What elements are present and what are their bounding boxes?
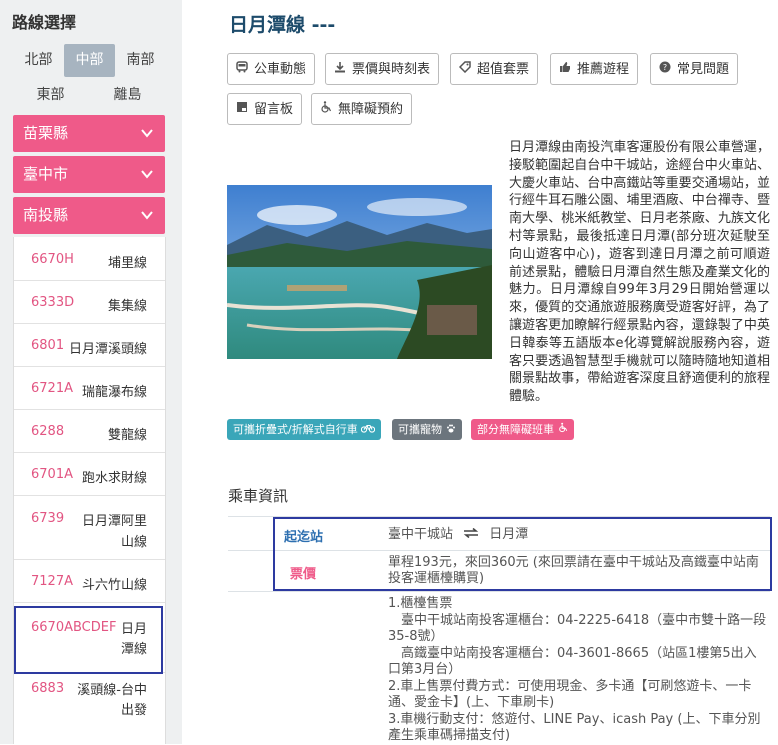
county-label: 臺中市 — [23, 165, 69, 183]
button-label: 推薦遊程 — [577, 62, 630, 77]
route-item-6670h[interactable]: 6670H 埔里線 — [14, 237, 165, 281]
ticket-line: 臺中干城站南投客運櫃台：04-2225-6418（臺中市雙十路一段35-8號） — [388, 612, 767, 645]
tag-label: 可攜折疊式/折解式自行車 — [233, 423, 358, 436]
route-name: 埔里線 — [107, 256, 147, 271]
route-code: 6883 — [31, 681, 65, 696]
county-nantou[interactable]: 南投縣 — [13, 197, 165, 234]
divider — [228, 591, 770, 592]
region-tab-central[interactable]: 中部 — [64, 44, 115, 77]
route-item-6333d[interactable]: 6333D 集集線 — [14, 281, 165, 324]
route-item-6701a[interactable]: 6701A 跑水求財線 — [14, 453, 165, 496]
thumbs-up-icon — [559, 54, 573, 84]
selected-route-highlight — [14, 606, 163, 674]
route-name: 日月潭溪頭線 — [68, 342, 147, 357]
route-code: 6288 — [31, 424, 65, 439]
value-pass-button[interactable]: 超值套票 — [450, 53, 539, 85]
ticket-line: 1.櫃檯售票 — [388, 596, 453, 611]
sun-moon-lake-photo — [227, 185, 492, 359]
county-miaoli[interactable]: 苗栗縣 — [13, 115, 165, 152]
route-name: 溪頭線-台中出發 — [77, 683, 147, 718]
fare-schedule-button[interactable]: 票價與時刻表 — [325, 53, 440, 85]
route-name: 斗六竹山線 — [81, 578, 147, 593]
button-label: 超值套票 — [477, 62, 530, 77]
route-sidebar: 路線選擇 北部 中部 南部 東部 離島 苗栗縣 臺中市 南投縣 6670H 埔里… — [0, 0, 182, 744]
county-label: 南投縣 — [23, 206, 69, 224]
button-label: 公車動態 — [254, 62, 307, 77]
county-label: 苗栗縣 — [23, 124, 69, 142]
region-tab-islands[interactable]: 離島 — [102, 79, 153, 112]
route-code: 6670H — [31, 252, 74, 267]
recommended-tour-button[interactable]: 推薦遊程 — [550, 53, 639, 85]
route-code: 6721A — [31, 381, 73, 396]
county-taichung[interactable]: 臺中市 — [13, 156, 165, 193]
region-tab-east[interactable]: 東部 — [25, 79, 76, 112]
button-label: 留言板 — [254, 102, 294, 117]
ticket-info: 1.櫃檯售票 臺中干城站南投客運櫃台：04-2225-6418（臺中市雙十路一段… — [388, 596, 768, 745]
route-code: 7127A — [31, 574, 73, 589]
paw-icon — [446, 423, 456, 436]
route-code: 6701A — [31, 467, 73, 482]
bus-status-button[interactable]: 公車動態 — [227, 53, 316, 85]
route-name: 瑞龍瀑布線 — [81, 385, 147, 400]
route-item-7127a[interactable]: 7127A 斗六竹山線 — [14, 560, 165, 603]
route-code: 6739 — [31, 511, 65, 526]
pet-allowed-tag: 可攜寵物 — [392, 419, 462, 440]
bus-icon — [236, 54, 250, 84]
button-label: 常見問題 — [677, 62, 730, 77]
bicycle-icon — [361, 423, 376, 436]
tag-label: 可攜寵物 — [398, 423, 442, 436]
route-item-6801[interactable]: 6801 日月潭溪頭線 — [14, 324, 165, 367]
route-name: 跑水求財線 — [81, 471, 147, 486]
region-tab-south[interactable]: 南部 — [115, 44, 166, 77]
route-description: 日月潭線由南投汽車客運股份有限公車營運，接駁範圍起自台中干城站，途經台中火車站、… — [509, 140, 770, 405]
sidebar-title: 路線選擇 — [12, 13, 77, 32]
route-item-6883[interactable]: 6883 溪頭線-台中出發 — [14, 673, 165, 744]
ticket-line: 高鐵臺中站南投客運櫃台：04-3601-8665（站區1樓第5出入口第3月台） — [388, 645, 757, 678]
route-item-6288[interactable]: 6288 雙龍線 — [14, 410, 165, 453]
accessible-bus-tag: 部分無障礙班車 — [471, 419, 574, 440]
question-icon: ? — [659, 54, 673, 84]
bicycle-allowed-tag: 可攜折疊式/折解式自行車 — [227, 419, 382, 440]
svg-text:?: ? — [663, 63, 667, 72]
route-code: 6801 — [31, 338, 65, 353]
wheelchair-icon — [558, 422, 568, 436]
download-icon — [334, 54, 348, 84]
route-name: 日月潭阿里山線 — [81, 514, 147, 550]
tag-label: 部分無障礙班車 — [477, 423, 554, 436]
faq-button[interactable]: ? 常見問題 — [650, 53, 739, 85]
tag-icon — [458, 54, 473, 84]
section-title-ride-info: 乘車資訊 — [228, 487, 289, 505]
route-code: 6333D — [31, 295, 75, 310]
button-label: 票價與時刻表 — [352, 62, 431, 77]
wheelchair-icon — [320, 94, 334, 124]
ticket-line: 2.車上售票付費方式：可使用現金、多卡通【可刷悠遊卡、一卡通、愛金卡】(上、下車… — [388, 678, 752, 711]
route-item-6721a[interactable]: 6721A 瑞龍瀑布線 — [14, 367, 165, 410]
ticket-line: 3.車機行動支付：悠遊付、LINE Pay、icash Pay (上、下車分別產… — [388, 711, 761, 744]
message-icon — [236, 94, 250, 124]
message-board-button[interactable]: 留言板 — [227, 93, 303, 125]
button-label: 無障礙預約 — [338, 102, 404, 117]
route-item-6739[interactable]: 6739 日月潭阿里山線 — [14, 496, 165, 560]
route-name: 集集線 — [107, 299, 147, 314]
route-name: 雙龍線 — [107, 428, 147, 443]
page-title: 日月潭線 --- — [229, 14, 336, 36]
region-tab-north[interactable]: 北部 — [13, 44, 64, 77]
accessible-booking-button[interactable]: 無障礙預約 — [311, 93, 413, 125]
ride-info-highlight — [273, 517, 772, 591]
